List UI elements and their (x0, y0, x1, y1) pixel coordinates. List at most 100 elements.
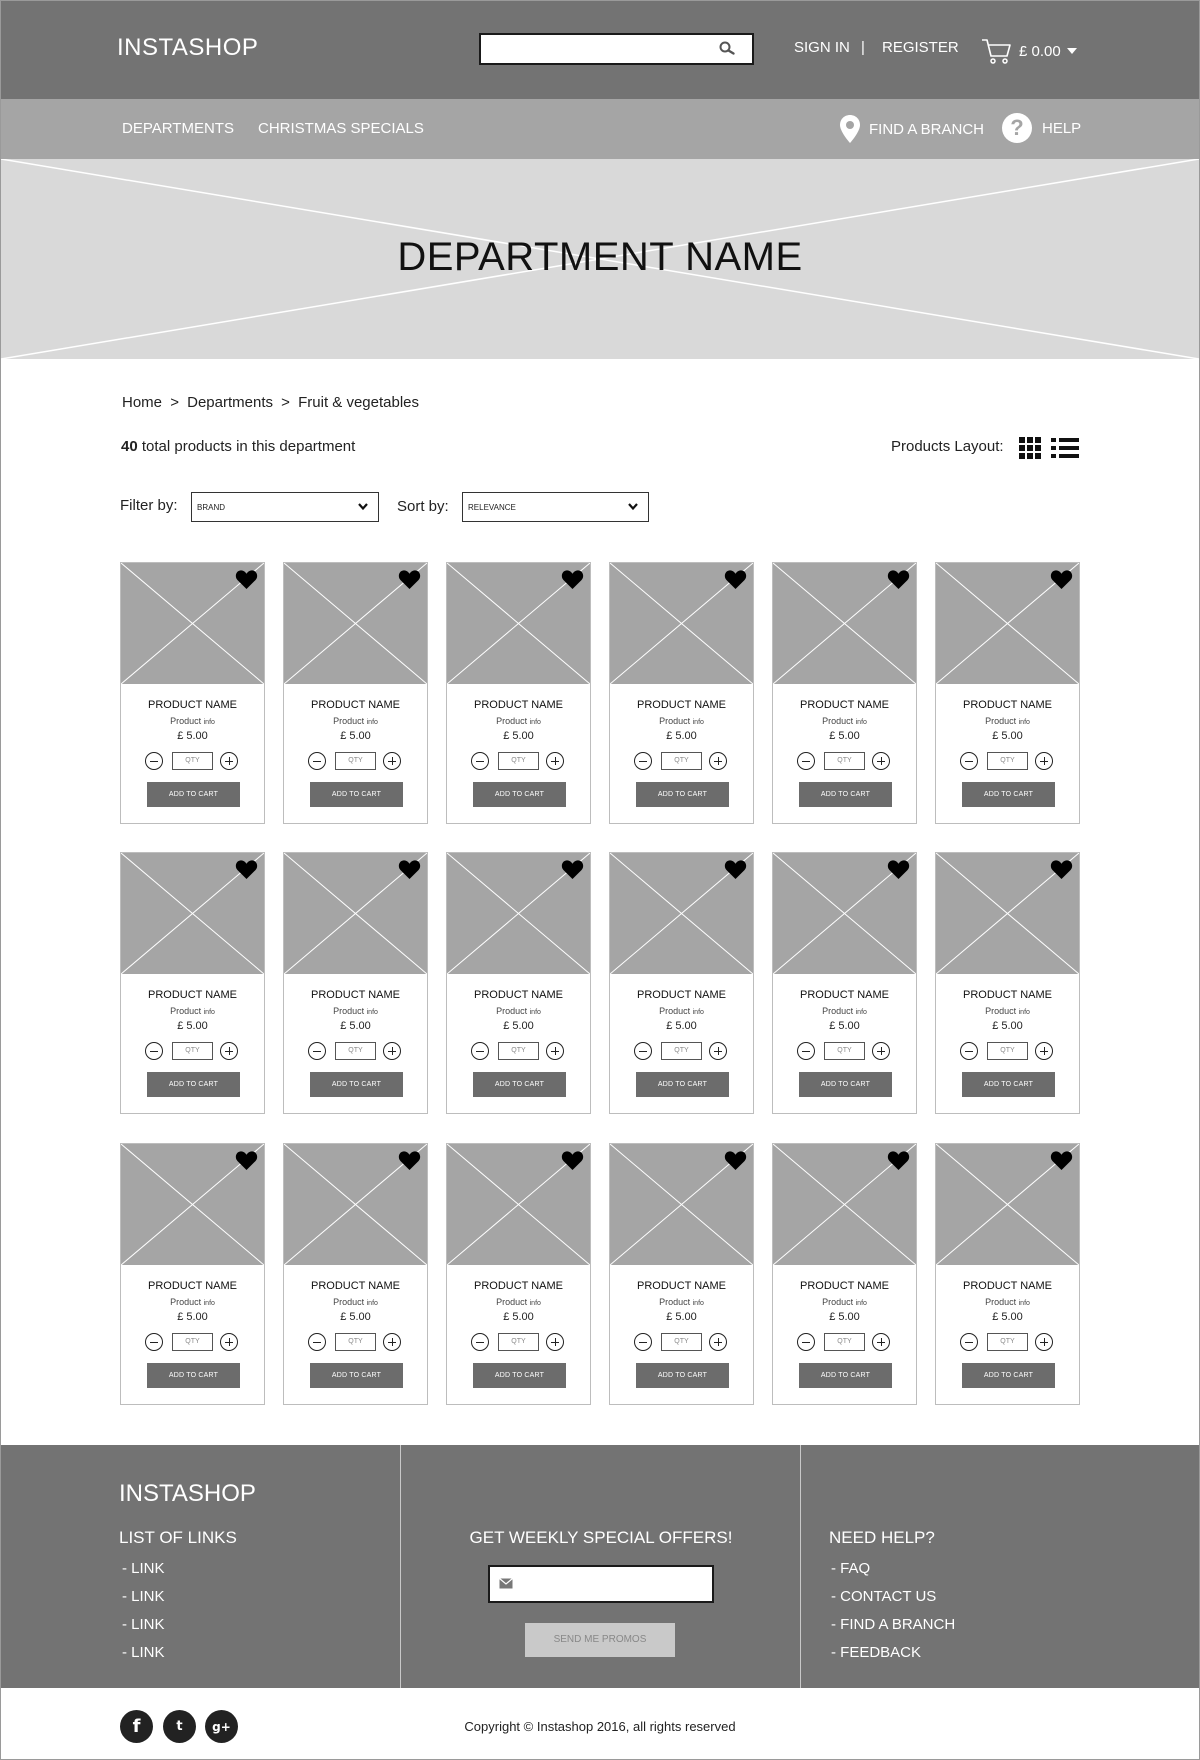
faq-link[interactable]: - FAQ (831, 1555, 955, 1583)
heart-icon[interactable] (561, 1150, 584, 1171)
site-logo[interactable]: INSTASHOP (117, 34, 258, 62)
heart-icon[interactable] (235, 569, 258, 590)
sort-select[interactable]: RELEVANCE (462, 492, 649, 522)
increase-qty-icon[interactable] (220, 1333, 238, 1351)
nav-christmas-specials[interactable]: CHRISTMAS SPECIALS (258, 120, 424, 137)
footer-link[interactable]: - LINK (122, 1639, 165, 1667)
product-image-placeholder[interactable] (936, 563, 1079, 684)
product-name[interactable]: PRODUCT NAME (610, 1280, 753, 1292)
nav-departments[interactable]: DEPARTMENTS (122, 120, 234, 137)
product-name[interactable]: PRODUCT NAME (447, 1280, 590, 1292)
heart-icon[interactable] (398, 569, 421, 590)
add-to-cart-button[interactable]: ADD TO CART (310, 1072, 403, 1097)
decrease-qty-icon[interactable] (797, 1333, 815, 1351)
quantity-field[interactable]: QTY (824, 1042, 865, 1060)
decrease-qty-icon[interactable] (308, 1042, 326, 1060)
product-image-placeholder[interactable] (284, 563, 427, 684)
heart-icon[interactable] (398, 859, 421, 880)
product-image-placeholder[interactable] (610, 1144, 753, 1265)
product-image-placeholder[interactable] (936, 853, 1079, 974)
product-name[interactable]: PRODUCT NAME (447, 699, 590, 711)
increase-qty-icon[interactable] (709, 1333, 727, 1351)
product-name[interactable]: PRODUCT NAME (610, 699, 753, 711)
product-image-placeholder[interactable] (121, 853, 264, 974)
add-to-cart-button[interactable]: ADD TO CART (962, 1363, 1055, 1388)
product-card[interactable]: PRODUCT NAME Product info £ 5.00 QTY ADD TO … (772, 562, 917, 824)
product-card[interactable]: PRODUCT NAME Product info £ 5.00 QTY ADD TO … (120, 1143, 265, 1405)
product-card[interactable]: PRODUCT NAME Product info £ 5.00 QTY ADD TO … (283, 562, 428, 824)
increase-qty-icon[interactable] (872, 752, 890, 770)
breadcrumb-departments[interactable]: Departments (187, 394, 273, 411)
increase-qty-icon[interactable] (1035, 1042, 1053, 1060)
product-card[interactable]: PRODUCT NAME Product info £ 5.00 QTY ADD TO … (120, 852, 265, 1114)
product-name[interactable]: PRODUCT NAME (936, 1280, 1079, 1292)
heart-icon[interactable] (1050, 859, 1073, 880)
product-name[interactable]: PRODUCT NAME (773, 1280, 916, 1292)
product-image-placeholder[interactable] (610, 853, 753, 974)
heart-icon[interactable] (887, 569, 910, 590)
product-name[interactable]: PRODUCT NAME (121, 1280, 264, 1292)
add-to-cart-button[interactable]: ADD TO CART (636, 1363, 729, 1388)
product-image-placeholder[interactable] (773, 563, 916, 684)
product-image-placeholder[interactable] (610, 563, 753, 684)
heart-icon[interactable] (1050, 569, 1073, 590)
add-to-cart-button[interactable]: ADD TO CART (473, 1363, 566, 1388)
decrease-qty-icon[interactable] (634, 1042, 652, 1060)
quantity-field[interactable]: QTY (498, 1042, 539, 1060)
heart-icon[interactable] (724, 1150, 747, 1171)
find-branch-footer-link[interactable]: - FIND A BRANCH (831, 1611, 955, 1639)
increase-qty-icon[interactable] (383, 752, 401, 770)
product-name[interactable]: PRODUCT NAME (284, 1280, 427, 1292)
increase-qty-icon[interactable] (383, 1042, 401, 1060)
heart-icon[interactable] (1050, 1150, 1073, 1171)
increase-qty-icon[interactable] (220, 752, 238, 770)
add-to-cart-button[interactable]: ADD TO CART (147, 1363, 240, 1388)
footer-link[interactable]: - LINK (122, 1583, 165, 1611)
quantity-field[interactable]: QTY (335, 1333, 376, 1351)
sign-in-link[interactable]: SIGN IN (794, 39, 850, 56)
cart-button[interactable]: £ 0.00 (981, 36, 1077, 66)
decrease-qty-icon[interactable] (960, 1042, 978, 1060)
add-to-cart-button[interactable]: ADD TO CART (147, 1072, 240, 1097)
product-card[interactable]: PRODUCT NAME Product info £ 5.00 QTY ADD TO … (120, 562, 265, 824)
decrease-qty-icon[interactable] (145, 1042, 163, 1060)
heart-icon[interactable] (561, 569, 584, 590)
quantity-field[interactable]: QTY (172, 752, 213, 770)
quantity-field[interactable]: QTY (661, 1042, 702, 1060)
grid-view-icon[interactable] (1019, 437, 1041, 459)
increase-qty-icon[interactable] (709, 752, 727, 770)
register-link[interactable]: REGISTER (882, 39, 959, 56)
decrease-qty-icon[interactable] (145, 1333, 163, 1351)
product-image-placeholder[interactable] (284, 1144, 427, 1265)
quantity-field[interactable]: QTY (987, 752, 1028, 770)
help-link[interactable]: ? HELP (1002, 113, 1081, 143)
increase-qty-icon[interactable] (1035, 752, 1053, 770)
decrease-qty-icon[interactable] (797, 752, 815, 770)
heart-icon[interactable] (887, 1150, 910, 1171)
footer-link[interactable]: - LINK (122, 1555, 165, 1583)
product-image-placeholder[interactable] (936, 1144, 1079, 1265)
increase-qty-icon[interactable] (546, 1042, 564, 1060)
product-name[interactable]: PRODUCT NAME (121, 989, 264, 1001)
product-image-placeholder[interactable] (773, 853, 916, 974)
increase-qty-icon[interactable] (709, 1042, 727, 1060)
product-name[interactable]: PRODUCT NAME (936, 989, 1079, 1001)
product-image-placeholder[interactable] (121, 563, 264, 684)
heart-icon[interactable] (887, 859, 910, 880)
heart-icon[interactable] (561, 859, 584, 880)
heart-icon[interactable] (235, 1150, 258, 1171)
breadcrumb-home[interactable]: Home (122, 394, 162, 411)
add-to-cart-button[interactable]: ADD TO CART (799, 1072, 892, 1097)
quantity-field[interactable]: QTY (661, 1333, 702, 1351)
increase-qty-icon[interactable] (872, 1042, 890, 1060)
search-icon[interactable] (718, 40, 736, 58)
increase-qty-icon[interactable] (546, 752, 564, 770)
decrease-qty-icon[interactable] (797, 1042, 815, 1060)
email-field[interactable] (488, 1565, 714, 1603)
decrease-qty-icon[interactable] (471, 1333, 489, 1351)
quantity-field[interactable]: QTY (987, 1042, 1028, 1060)
decrease-qty-icon[interactable] (308, 1333, 326, 1351)
increase-qty-icon[interactable] (383, 1333, 401, 1351)
product-card[interactable]: PRODUCT NAME Product info £ 5.00 QTY ADD TO … (935, 1143, 1080, 1405)
product-card[interactable]: PRODUCT NAME Product info £ 5.00 QTY ADD TO … (283, 852, 428, 1114)
